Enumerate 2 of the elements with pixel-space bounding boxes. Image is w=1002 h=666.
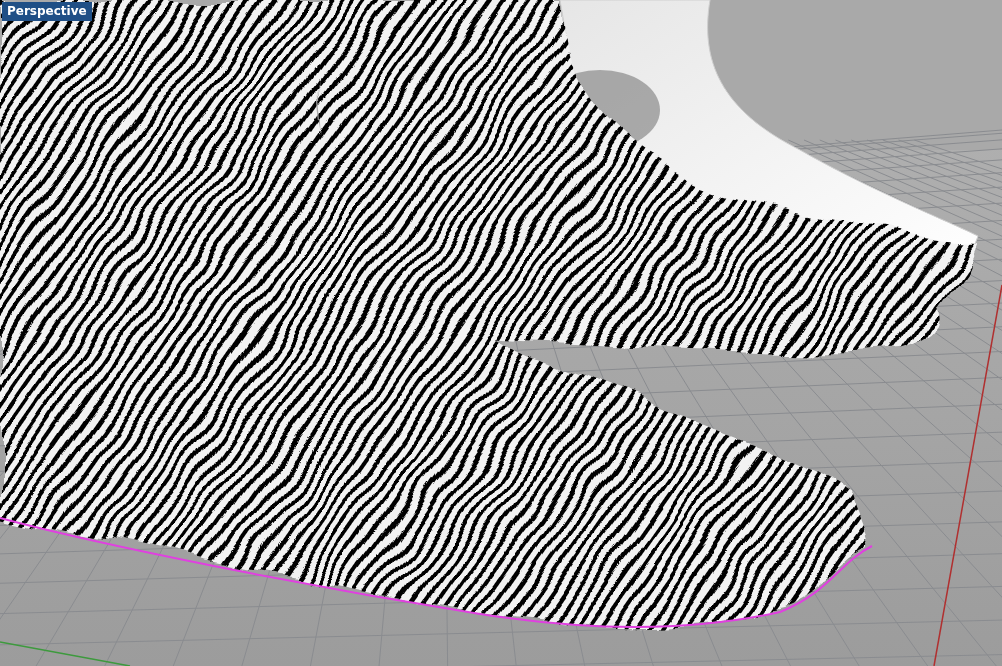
- perspective-viewport[interactable]: Perspective: [0, 0, 1002, 666]
- viewport-title[interactable]: Perspective: [2, 2, 92, 21]
